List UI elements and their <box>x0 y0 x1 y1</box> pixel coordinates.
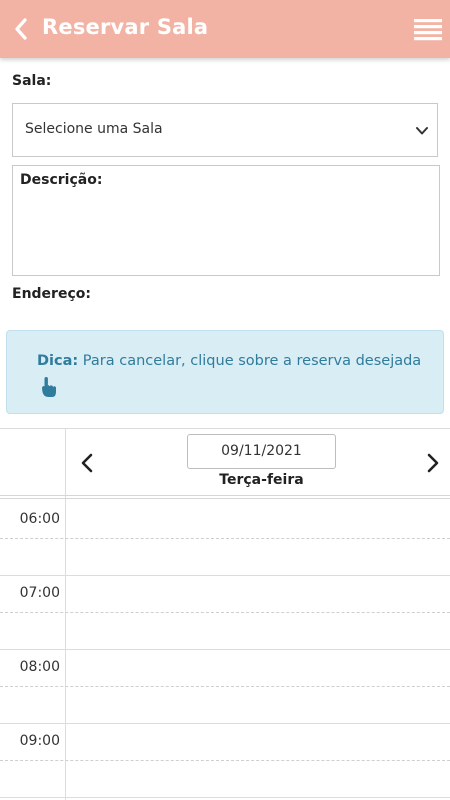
room-select-value: Selecione uma Sala <box>25 121 163 137</box>
calendar-header-divider <box>0 495 450 499</box>
menu-button[interactable] <box>414 18 442 42</box>
time-label: 07:00 <box>19 585 60 601</box>
chevron-left-icon <box>15 18 27 40</box>
previous-day-button[interactable] <box>78 452 96 474</box>
tip-message: Para cancelar, clique sobre a reserva de… <box>82 353 422 369</box>
time-slot[interactable] <box>66 612 450 649</box>
description-label: Descrição: <box>20 172 103 188</box>
room-select[interactable]: Selecione uma Sala <box>12 103 438 157</box>
chevron-right-icon <box>427 453 439 473</box>
next-day-button[interactable] <box>424 452 442 474</box>
time-slot[interactable] <box>66 760 450 797</box>
time-slot[interactable] <box>66 723 450 760</box>
chevron-left-icon <box>81 453 93 473</box>
chevron-down-icon <box>416 127 428 135</box>
hour-divider <box>0 797 450 798</box>
room-label: Sala: <box>12 73 52 89</box>
time-slot[interactable] <box>66 538 450 575</box>
time-slot[interactable] <box>66 686 450 723</box>
tip-label: Dica: <box>37 353 79 369</box>
calendar-top-border <box>0 428 450 429</box>
time-slot[interactable] <box>66 575 450 612</box>
time-label: 09:00 <box>19 733 60 749</box>
date-input[interactable]: 09/11/2021 <box>187 434 336 469</box>
back-button[interactable] <box>10 17 32 41</box>
description-textarea[interactable]: Descrição: <box>12 165 440 276</box>
time-slot[interactable] <box>66 501 450 538</box>
weekday-label: Terça-feira <box>219 472 304 488</box>
page-title: Reservar Sala <box>42 15 209 39</box>
tip-text-container: Dica: Para cancelar, clique sobre a rese… <box>37 351 421 371</box>
hamburger-menu-icon <box>414 19 442 41</box>
hand-pointer-icon <box>42 377 56 397</box>
time-slot[interactable] <box>66 649 450 686</box>
app-header: Reservar Sala <box>0 0 450 58</box>
tip-alert: Dica: Para cancelar, clique sobre a rese… <box>6 330 444 414</box>
address-label: Endereço: <box>12 286 91 302</box>
time-label: 08:00 <box>19 659 60 675</box>
time-label: 06:00 <box>19 511 60 527</box>
